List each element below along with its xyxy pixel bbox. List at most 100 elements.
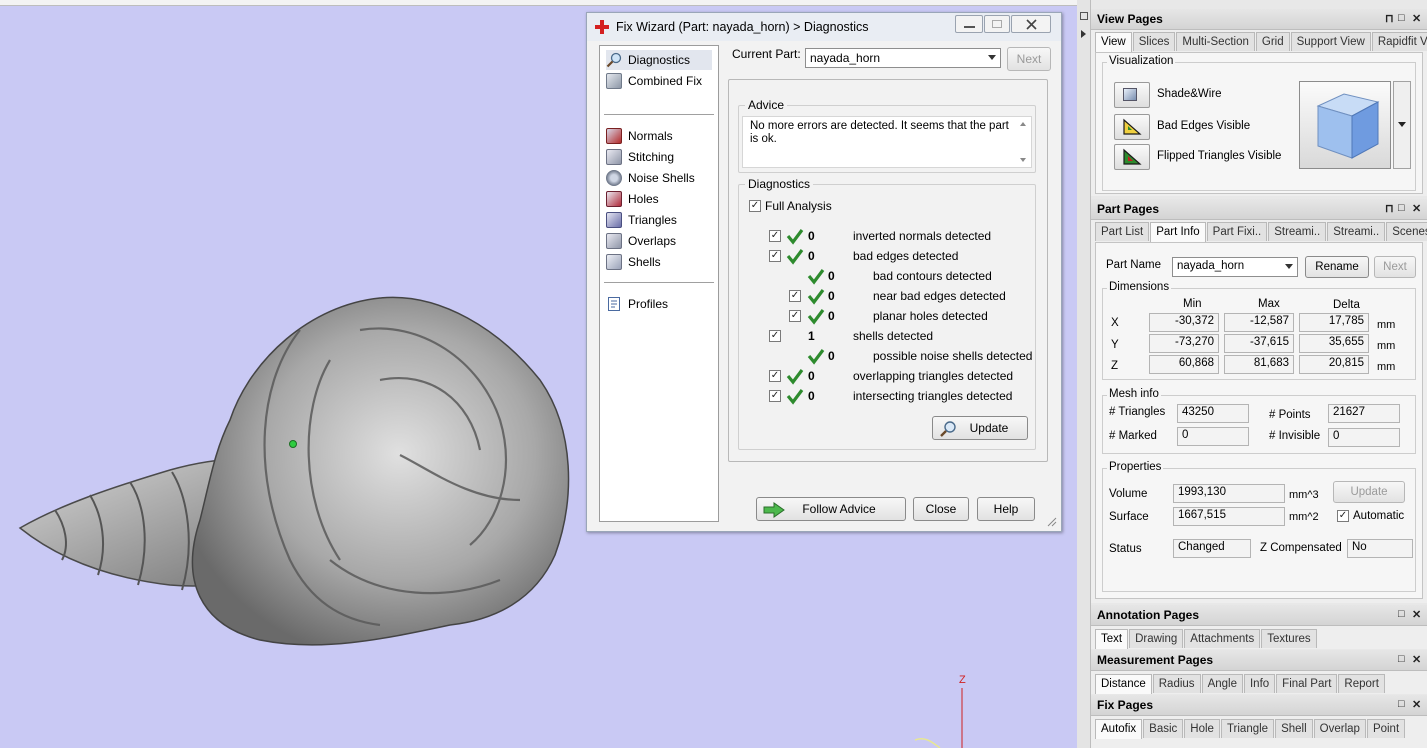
nav-label: Noise Shells xyxy=(628,171,695,185)
tab-attachments[interactable]: Attachments xyxy=(1184,629,1261,648)
row-count: 0 xyxy=(808,229,815,243)
tab-slices[interactable]: Slices xyxy=(1132,32,1176,51)
pin-icon[interactable]: ⊓ xyxy=(1385,202,1394,215)
part-name-select[interactable]: nayada_horn xyxy=(1172,257,1298,277)
tab-angle[interactable]: Angle xyxy=(1201,674,1243,693)
update-button[interactable]: Update xyxy=(932,416,1028,440)
tab-support-view[interactable]: Support View xyxy=(1290,32,1371,51)
inverted-normals-checkbox[interactable]: ✓ xyxy=(769,230,781,242)
bad-edges-checkbox[interactable]: ✓ xyxy=(769,250,781,262)
close-icon[interactable]: ✕ xyxy=(1412,202,1421,215)
nav-item-holes[interactable]: Holes xyxy=(606,189,659,209)
tab-point[interactable]: Point xyxy=(1366,719,1406,738)
planar-holes-checkbox[interactable]: ✓ xyxy=(789,310,801,322)
view-cube-button[interactable] xyxy=(1299,81,1391,169)
float-icon[interactable]: □ xyxy=(1398,653,1405,665)
diagnostics-group: Diagnostics ✓ Full Analysis ✓ 0 inverted… xyxy=(738,177,1036,450)
part-name-label: Part Name xyxy=(1106,259,1161,271)
expand-arrow-icon[interactable] xyxy=(1081,30,1086,38)
tab-radius[interactable]: Radius xyxy=(1152,674,1201,693)
close-button[interactable]: Close xyxy=(913,497,969,521)
tab-distance[interactable]: Distance xyxy=(1095,674,1152,694)
full-analysis-checkbox[interactable]: ✓ xyxy=(749,200,761,212)
tab-autofix[interactable]: Autofix xyxy=(1095,719,1143,739)
nav-item-normals[interactable]: Normals xyxy=(606,126,673,146)
pin-icon[interactable]: ⊓ xyxy=(1385,12,1394,25)
nav-item-diagnostics[interactable]: Diagnostics xyxy=(606,50,712,70)
current-part-label: Current Part: xyxy=(732,47,801,61)
tab-info[interactable]: Info xyxy=(1243,674,1276,693)
tab-streamics-1[interactable]: Streami.. xyxy=(1268,222,1327,241)
current-part-select[interactable]: nayada_horn xyxy=(805,48,1001,68)
close-icon[interactable]: ✕ xyxy=(1412,12,1421,25)
fix-pages-panel: Fix Pages □ ✕ Autofix Basic Hole Triangl… xyxy=(1091,695,1427,748)
row-count: 0 xyxy=(828,309,835,323)
follow-advice-button[interactable]: Follow Advice xyxy=(756,497,906,521)
tab-view[interactable]: View xyxy=(1095,32,1132,52)
overlapping-triangles-checkbox[interactable]: ✓ xyxy=(769,370,781,382)
tab-shell[interactable]: Shell xyxy=(1275,719,1313,738)
nav-item-profiles[interactable]: Profiles xyxy=(606,294,668,314)
tab-rapidfit-view[interactable]: Rapidfit View xyxy=(1371,32,1427,51)
close-icon[interactable]: ✕ xyxy=(1412,698,1421,711)
view-dropdown-button[interactable] xyxy=(1393,81,1411,169)
tab-drawing[interactable]: Drawing xyxy=(1129,629,1184,648)
near-bad-edges-checkbox[interactable]: ✓ xyxy=(789,290,801,302)
shells-checkbox[interactable]: ✓ xyxy=(769,330,781,342)
tab-text[interactable]: Text xyxy=(1095,629,1129,649)
advice-textbox[interactable]: No more errors are detected. It seems th… xyxy=(742,116,1032,168)
nav-item-stitching[interactable]: Stitching xyxy=(606,147,674,167)
close-icon[interactable]: ✕ xyxy=(1412,653,1421,666)
tab-scenes[interactable]: Scenes xyxy=(1386,222,1427,241)
minimize-button[interactable] xyxy=(955,15,983,33)
tab-overlap[interactable]: Overlap xyxy=(1313,719,1366,738)
close-window-button[interactable] xyxy=(1011,15,1051,33)
nav-item-triangles[interactable]: Triangles xyxy=(606,210,677,230)
tab-multi-section[interactable]: Multi-Section xyxy=(1176,32,1255,51)
tab-final-part[interactable]: Final Part xyxy=(1276,674,1338,693)
pin-icon[interactable] xyxy=(1080,12,1088,20)
float-icon[interactable]: □ xyxy=(1398,608,1405,620)
next-button[interactable]: Next xyxy=(1007,47,1051,71)
float-icon[interactable]: □ xyxy=(1398,202,1405,214)
maximize-button[interactable] xyxy=(984,15,1010,33)
chevron-down-icon xyxy=(988,55,996,60)
resize-grip-icon[interactable] xyxy=(1045,515,1057,527)
update-properties-button[interactable]: Update xyxy=(1333,481,1405,503)
tab-part-fixing[interactable]: Part Fixi.. xyxy=(1206,222,1268,241)
rename-button[interactable]: Rename xyxy=(1305,256,1369,278)
row-label: inverted normals detected xyxy=(853,229,992,243)
nav-item-combined-fix[interactable]: Combined Fix xyxy=(606,71,702,91)
dimensions-title: Dimensions xyxy=(1107,281,1172,293)
shade-wire-button[interactable] xyxy=(1114,82,1150,108)
row-label: near bad edges detected xyxy=(873,289,1006,303)
bad-edges-visible-button[interactable] xyxy=(1114,114,1150,140)
flipped-triangles-visible-button[interactable] xyxy=(1114,144,1150,170)
dock-gutter xyxy=(1077,0,1091,748)
tab-report[interactable]: Report xyxy=(1338,674,1385,693)
tab-basic[interactable]: Basic xyxy=(1143,719,1184,738)
dialog-titlebar[interactable]: Fix Wizard (Part: nayada_horn) > Diagnos… xyxy=(587,13,1061,41)
tab-triangle[interactable]: Triangle xyxy=(1220,719,1275,738)
automatic-checkbox[interactable]: ✓ xyxy=(1337,510,1349,522)
tab-textures[interactable]: Textures xyxy=(1261,629,1317,648)
close-icon[interactable]: ✕ xyxy=(1412,608,1421,621)
next-button[interactable]: Next xyxy=(1374,256,1416,278)
panel-title: Measurement Pages xyxy=(1097,653,1214,667)
advice-scrollbar[interactable] xyxy=(1017,119,1029,165)
axis-label: Y xyxy=(1111,339,1119,351)
tab-grid[interactable]: Grid xyxy=(1255,32,1290,51)
help-button[interactable]: Help xyxy=(977,497,1035,521)
tab-hole[interactable]: Hole xyxy=(1184,719,1220,738)
tab-part-info[interactable]: Part Info xyxy=(1150,222,1206,242)
float-icon[interactable]: □ xyxy=(1398,698,1405,710)
check-icon xyxy=(786,369,804,385)
row-label: bad edges detected xyxy=(853,249,959,263)
nav-item-noise-shells[interactable]: Noise Shells xyxy=(606,168,695,188)
intersecting-triangles-checkbox[interactable]: ✓ xyxy=(769,390,781,402)
tab-part-list[interactable]: Part List xyxy=(1095,222,1150,241)
float-icon[interactable]: □ xyxy=(1398,12,1405,24)
tab-streamics-2[interactable]: Streami.. xyxy=(1327,222,1386,241)
nav-item-overlaps[interactable]: Overlaps xyxy=(606,231,676,251)
nav-item-shells[interactable]: Shells xyxy=(606,252,661,272)
